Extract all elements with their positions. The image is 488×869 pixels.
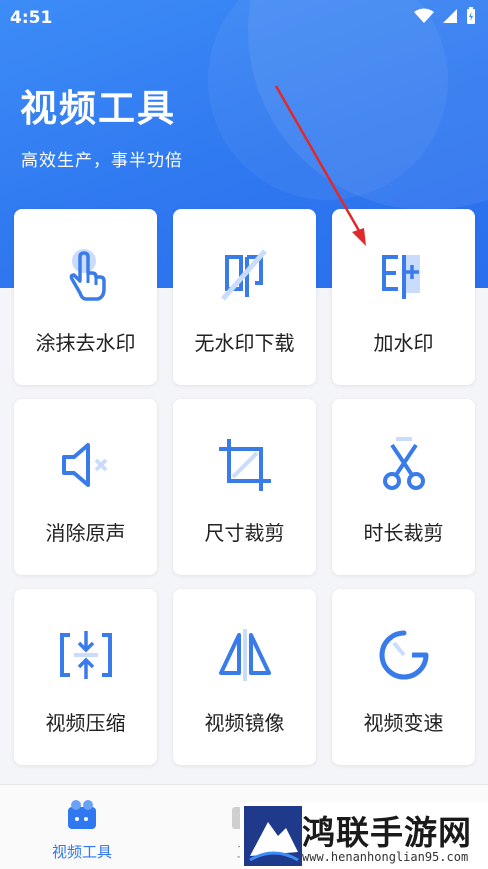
nav-tab-video-tools[interactable]: 视频工具	[22, 799, 142, 862]
tool-card-add-watermark[interactable]: 加水印	[332, 209, 475, 385]
tool-label: 视频镜像	[204, 711, 285, 735]
compress-icon	[59, 631, 112, 679]
site-watermark: 鸿联手游网 www.henanhonglian95.com	[240, 802, 488, 869]
video-tools-icon	[68, 800, 96, 829]
tool-card-change-speed[interactable]: 视频变速	[332, 589, 475, 765]
speed-gauge-icon	[379, 630, 428, 680]
watermark-url: www.henanhonglian95.com	[302, 850, 469, 864]
tool-card-no-watermark-download[interactable]: 无水印下载	[173, 209, 316, 385]
status-icons	[414, 7, 476, 25]
watermark-logo	[244, 806, 302, 866]
tool-card-trim-duration[interactable]: 时长裁剪	[332, 399, 475, 575]
tool-card-mirror-video[interactable]: 视频镜像	[173, 589, 316, 765]
signal-icon	[443, 9, 457, 23]
tool-grid: 涂抹去水印 无水印下载 加水印 消除原声 尺寸裁剪 时长裁剪 视频压缩 视频镜像…	[14, 209, 475, 765]
tool-label: 消除原声	[45, 521, 126, 545]
status-time: 4:51	[10, 8, 53, 28]
status-bar: 4:51	[0, 0, 488, 34]
tool-label: 涂抹去水印	[35, 331, 136, 355]
wifi-icon	[414, 8, 434, 23]
mirror-icon	[218, 629, 271, 681]
page-title: 视频工具	[20, 87, 176, 130]
crop-icon	[218, 439, 271, 491]
tool-card-crop-size[interactable]: 尺寸裁剪	[173, 399, 316, 575]
tool-card-smear-remove-watermark[interactable]: 涂抹去水印	[14, 209, 157, 385]
tool-label: 视频压缩	[45, 711, 126, 735]
watermark-title: 鸿联手游网	[302, 813, 472, 852]
scissors-icon	[382, 437, 425, 490]
tool-label: 无水印下载	[194, 331, 295, 355]
nav-label: 视频工具	[51, 843, 112, 861]
page-subtitle: 高效生产，事半功倍	[21, 151, 183, 171]
tool-label: 加水印	[373, 331, 434, 355]
mute-speaker-icon	[61, 443, 107, 487]
add-watermark-icon	[381, 255, 420, 299]
tool-label: 视频变速	[363, 711, 444, 735]
tool-label: 时长裁剪	[363, 521, 444, 545]
tap-finger-icon	[69, 249, 106, 301]
no-watermark-icon	[220, 249, 267, 301]
tool-label: 尺寸裁剪	[204, 521, 285, 545]
tool-card-remove-audio[interactable]: 消除原声	[14, 399, 157, 575]
battery-icon	[467, 7, 475, 24]
tool-card-compress-video[interactable]: 视频压缩	[14, 589, 157, 765]
